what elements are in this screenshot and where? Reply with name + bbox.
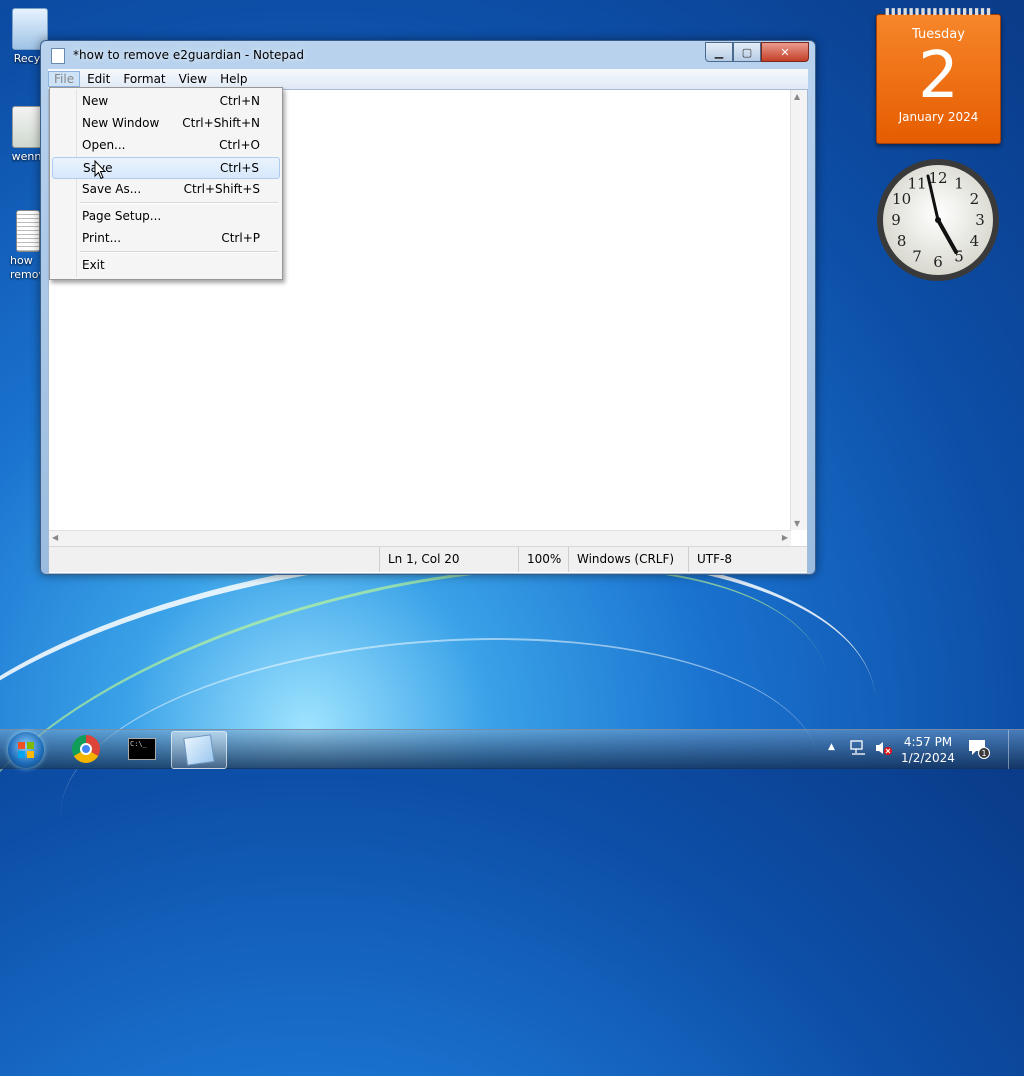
scroll-down-icon[interactable]: ▼ — [794, 519, 800, 528]
clock-numeral: 1 — [954, 175, 964, 193]
menu-help[interactable]: Help — [214, 71, 253, 87]
menu-item-shortcut: Ctrl+Shift+N — [182, 116, 260, 130]
menu-format[interactable]: Format — [117, 71, 171, 87]
title-bar[interactable]: *how to remove e2guardian - Notepad ▁ ▢ … — [41, 41, 815, 69]
clock-numeral: 11 — [907, 175, 926, 193]
window-title: *how to remove e2guardian - Notepad — [73, 48, 304, 62]
network-icon[interactable] — [850, 740, 868, 756]
menu-view[interactable]: View — [173, 71, 213, 87]
clock-numeral: 2 — [970, 190, 980, 208]
menu-item-print[interactable]: Print... Ctrl+P — [52, 228, 280, 248]
menu-item-shortcut: Ctrl+Shift+S — [183, 182, 260, 196]
menu-item-page-setup[interactable]: Page Setup... — [52, 206, 280, 226]
chrome-icon — [72, 735, 100, 763]
menu-separator — [80, 251, 278, 253]
status-encoding: UTF-8 — [688, 547, 732, 572]
menu-edit[interactable]: Edit — [81, 71, 116, 87]
status-bar: Ln 1, Col 20 100% Windows (CRLF) UTF-8 — [49, 546, 807, 572]
menu-item-label: New — [82, 94, 109, 108]
clock-numeral: 10 — [892, 190, 911, 208]
menu-item-label: Page Setup... — [82, 209, 162, 223]
clock-numeral: 9 — [891, 211, 901, 229]
status-position: Ln 1, Col 20 — [379, 547, 460, 572]
maximize-button[interactable]: ▢ — [733, 42, 761, 62]
scroll-left-icon[interactable]: ◀ — [52, 533, 58, 542]
tray-overflow-icon[interactable]: ▲ — [828, 742, 835, 781]
system-clock[interactable]: 4:57 PM 1/2/2024 — [900, 734, 956, 766]
calendar-gadget[interactable]: ▮▮▮▮▮▮▮▮▮▮▮▮▮▮▮▮▮▮ Tuesday 2 January 202… — [876, 7, 1001, 144]
calendar-day: 2 — [918, 39, 959, 113]
notepad-taskbar-icon — [183, 734, 215, 766]
show-desktop-button[interactable] — [1008, 730, 1024, 769]
menu-item-shortcut: Ctrl+N — [219, 94, 260, 108]
mouse-cursor-icon — [94, 160, 106, 180]
scroll-up-icon[interactable]: ▲ — [794, 92, 800, 101]
taskbar-chrome[interactable] — [59, 731, 113, 767]
minimize-icon: ▁ — [714, 45, 724, 59]
taskbar-cmd[interactable]: C:\_ — [115, 731, 169, 767]
menu-item-save-as[interactable]: Save As... Ctrl+Shift+S — [52, 179, 280, 199]
calendar-month-year: January 2024 — [898, 110, 979, 124]
menu-item-shortcut: Ctrl+S — [219, 161, 259, 175]
menu-item-save[interactable]: Save Ctrl+S — [52, 157, 280, 179]
menu-item-shortcut: Ctrl+P — [221, 231, 260, 245]
cmd-icon: C:\_ — [128, 738, 156, 760]
menu-item-new[interactable]: New Ctrl+N — [52, 91, 280, 111]
action-center-icon[interactable]: 1 — [968, 739, 990, 759]
menu-item-new-window[interactable]: New Window Ctrl+Shift+N — [52, 113, 280, 133]
notepad-icon — [51, 48, 65, 64]
vertical-scrollbar[interactable]: ▲ ▼ — [790, 90, 807, 530]
maximize-icon: ▢ — [741, 45, 753, 59]
system-time: 4:57 PM — [903, 735, 953, 749]
status-line-ending: Windows (CRLF) — [568, 547, 674, 572]
minimize-button[interactable]: ▁ — [705, 42, 733, 62]
menu-separator — [80, 202, 278, 204]
menu-item-label: Print... — [82, 231, 122, 245]
horizontal-scrollbar[interactable]: ◀ ▶ — [49, 530, 791, 547]
menu-item-label: Save As... — [82, 182, 142, 196]
clock-center — [935, 217, 941, 223]
clock-numeral: 4 — [970, 232, 980, 250]
file-menu-dropdown: New Ctrl+N New Window Ctrl+Shift+N Open.… — [49, 87, 283, 280]
clock-numeral: 6 — [933, 253, 943, 271]
menu-item-shortcut: Ctrl+O — [219, 138, 260, 152]
text-file-icon — [16, 210, 40, 252]
menu-file[interactable]: File — [48, 71, 81, 87]
menu-item-exit[interactable]: Exit — [52, 255, 280, 275]
menu-bar: File Edit Format View Help — [48, 69, 808, 89]
status-zoom: 100% — [518, 547, 561, 572]
menu-item-label: Open... — [82, 138, 126, 152]
taskbar-notepad[interactable] — [171, 731, 227, 769]
scroll-right-icon[interactable]: ▶ — [782, 533, 788, 542]
taskbar: C:\_ ▲ 4:57 PM 1/2/2024 1 — [0, 729, 1024, 769]
clock-numeral: 8 — [897, 232, 907, 250]
clock-numeral: 7 — [912, 247, 922, 265]
clock-numeral: 3 — [975, 211, 985, 229]
calendar-rings: ▮▮▮▮▮▮▮▮▮▮▮▮▮▮▮▮▮▮ — [884, 7, 993, 17]
clock-gadget[interactable]: 12 1234567891011 — [876, 158, 1000, 282]
menu-item-open[interactable]: Open... Ctrl+O — [52, 135, 280, 155]
system-date: 1/2/2024 — [901, 751, 955, 765]
close-button[interactable]: ✕ — [761, 42, 809, 62]
menu-item-label: New Window — [82, 116, 160, 130]
start-button[interactable] — [8, 732, 44, 768]
windows-logo-icon — [18, 742, 34, 758]
menu-item-label: Exit — [82, 258, 105, 272]
volume-muted-icon[interactable] — [875, 740, 893, 756]
notification-count: 1 — [981, 749, 986, 758]
close-icon: ✕ — [780, 45, 790, 59]
